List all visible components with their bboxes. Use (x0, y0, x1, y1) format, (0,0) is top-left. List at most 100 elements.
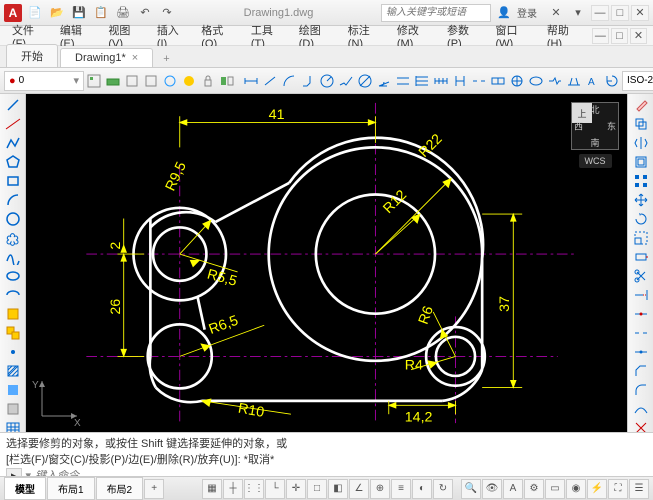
status-ortho-icon[interactable]: └ (265, 479, 285, 499)
dim-inspect-icon[interactable] (527, 70, 545, 92)
status-polar-icon[interactable]: ✛ (286, 479, 306, 499)
offset-icon[interactable] (630, 153, 652, 171)
scale-icon[interactable] (630, 229, 652, 247)
dim-jog-line-icon[interactable] (546, 70, 564, 92)
layout2-tab[interactable]: 布局2 (96, 477, 144, 500)
ellipse-arc-icon[interactable] (2, 286, 24, 304)
layer-dropdown[interactable]: ●0▾ (4, 71, 84, 91)
rectangle-icon[interactable] (2, 172, 24, 190)
ellipse-icon[interactable] (2, 267, 24, 285)
revision-cloud-icon[interactable] (2, 229, 24, 247)
viewcube[interactable]: 北 南 西 东 上 WCS (571, 102, 619, 168)
dim-linear-icon[interactable] (242, 70, 260, 92)
layer-states-icon[interactable] (104, 70, 122, 92)
tab-add-button[interactable]: + (155, 51, 177, 67)
dim-aligned-icon[interactable] (261, 70, 279, 92)
viewcube-east[interactable]: 东 (607, 120, 616, 133)
dim-arc-icon[interactable] (280, 70, 298, 92)
dim-continue-icon[interactable] (432, 70, 450, 92)
tab-drawing1[interactable]: Drawing1*× (60, 48, 153, 67)
status-autoadd-icon[interactable]: A (503, 479, 523, 499)
status-annoscale-icon[interactable]: 🔍 (461, 479, 481, 499)
status-hwaccel-icon[interactable]: ⚡ (587, 479, 607, 499)
status-monitor-icon[interactable]: ▭ (545, 479, 565, 499)
drawing-canvas[interactable]: 41 14,2 26 2 37 R22 R12 R9,5 R5,5 R6,5 R… (26, 94, 627, 432)
layer-off-icon[interactable] (180, 70, 198, 92)
tab-start[interactable]: 开始 (6, 44, 58, 67)
command-line[interactable]: 选择要修剪的对象，或按住 Shift 键选择要延伸的对象，或 [栏选(F)/窗交… (0, 432, 653, 476)
layer-lock-icon[interactable] (199, 70, 217, 92)
break-icon[interactable] (630, 324, 652, 342)
viewcube-west[interactable]: 西 (574, 120, 583, 133)
dim-angular-icon[interactable] (375, 70, 393, 92)
status-3dosnap-icon[interactable]: ◧ (328, 479, 348, 499)
dim-text-edit-icon[interactable]: A (584, 70, 602, 92)
polyline-icon[interactable] (2, 134, 24, 152)
layer-iso-icon[interactable] (123, 70, 141, 92)
polygon-icon[interactable] (2, 153, 24, 171)
layer-prop-icon[interactable] (85, 70, 103, 92)
wcs-badge[interactable]: WCS (579, 154, 612, 168)
status-dyn-icon[interactable]: ⊕ (370, 479, 390, 499)
mirror-icon[interactable] (630, 134, 652, 152)
gradient-icon[interactable] (2, 381, 24, 399)
construction-line-icon[interactable] (2, 115, 24, 133)
circle-icon[interactable] (2, 210, 24, 228)
arc-icon[interactable] (2, 191, 24, 209)
extend-icon[interactable] (630, 286, 652, 304)
status-osnap-icon[interactable]: □ (307, 479, 327, 499)
tolerance-icon[interactable] (489, 70, 507, 92)
viewcube-south[interactable]: 南 (590, 136, 599, 149)
status-isolate-icon[interactable]: ◉ (566, 479, 586, 499)
status-snap-icon[interactable]: ⋮⋮ (244, 479, 264, 499)
copy-icon[interactable] (630, 115, 652, 133)
status-otrack-icon[interactable]: ∠ (349, 479, 369, 499)
blend-icon[interactable] (630, 400, 652, 418)
dim-jogged-icon[interactable] (337, 70, 355, 92)
status-cycle-icon[interactable]: ↻ (433, 479, 453, 499)
layer-prev-icon[interactable] (142, 70, 160, 92)
break-at-point-icon[interactable] (630, 305, 652, 323)
dim-quick-icon[interactable] (394, 70, 412, 92)
hatch-icon[interactable] (2, 362, 24, 380)
spline-icon[interactable] (2, 248, 24, 266)
model-tab[interactable]: 模型 (4, 477, 46, 500)
stretch-icon[interactable] (630, 248, 652, 266)
insert-block-icon[interactable] (2, 305, 24, 323)
status-custom-icon[interactable]: ☰ (629, 479, 649, 499)
dim-diameter-icon[interactable] (356, 70, 374, 92)
region-icon[interactable] (2, 400, 24, 418)
fillet-icon[interactable] (630, 381, 652, 399)
status-workspace-icon[interactable]: ⚙ (524, 479, 544, 499)
trim-icon[interactable] (630, 267, 652, 285)
dimstyle-dropdown[interactable]: ISO-25▾ (622, 71, 653, 91)
dim-update-icon[interactable] (603, 70, 621, 92)
status-annovis-icon[interactable]: 👁 (482, 479, 502, 499)
status-transparency-icon[interactable]: ◐ (412, 479, 432, 499)
rotate-icon[interactable] (630, 210, 652, 228)
dim-space-icon[interactable] (451, 70, 469, 92)
minimize-button[interactable]: — (591, 5, 609, 21)
center-mark-icon[interactable] (508, 70, 526, 92)
status-model-icon[interactable]: ▦ (202, 479, 222, 499)
dim-edit-icon[interactable] (565, 70, 583, 92)
login-label[interactable]: 登录 (517, 5, 537, 20)
join-icon[interactable] (630, 343, 652, 361)
viewcube-north[interactable]: 北 (590, 103, 599, 116)
status-grid-icon[interactable]: ┼ (223, 479, 243, 499)
layer-freeze-icon[interactable] (161, 70, 179, 92)
layout-add-button[interactable]: + (144, 479, 164, 499)
move-icon[interactable] (630, 191, 652, 209)
dim-baseline-icon[interactable] (413, 70, 431, 92)
doc-minimize-button[interactable]: — (592, 28, 609, 44)
layout1-tab[interactable]: 布局1 (47, 477, 95, 500)
doc-maximize-button[interactable]: □ (611, 28, 628, 44)
layer-match-icon[interactable] (218, 70, 236, 92)
maximize-button[interactable]: □ (611, 5, 629, 21)
dim-ordinate-icon[interactable] (299, 70, 317, 92)
erase-icon[interactable] (630, 96, 652, 114)
doc-close-button[interactable]: ✕ (630, 28, 647, 44)
table-icon[interactable] (2, 419, 24, 432)
explode-icon[interactable] (630, 419, 652, 432)
line-icon[interactable] (2, 96, 24, 114)
